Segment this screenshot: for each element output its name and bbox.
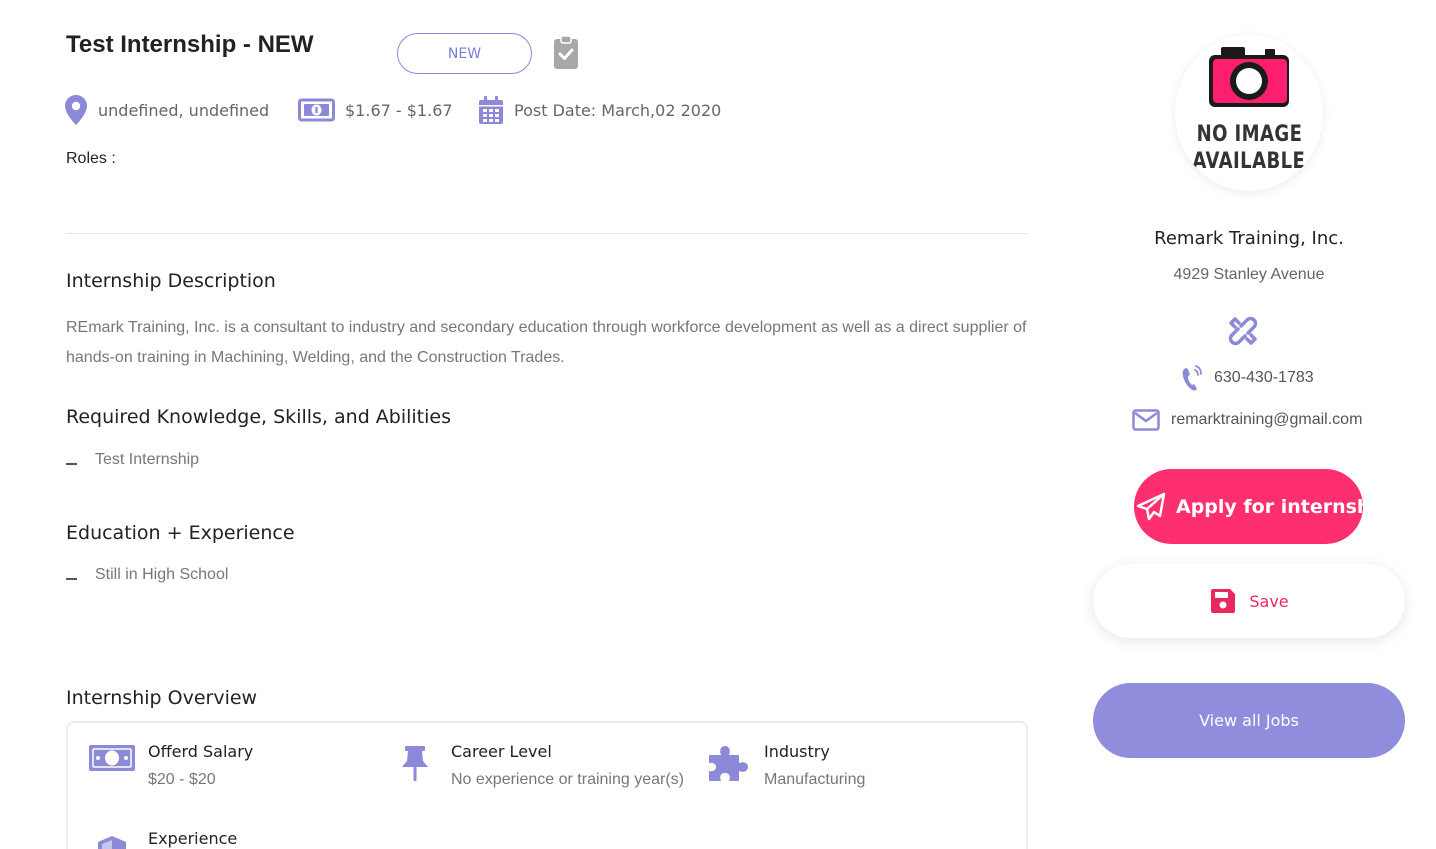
logo-text-line2: AVAILABLE [1192, 149, 1306, 174]
job-pay: $1.67 - $1.67 [298, 93, 453, 127]
view-all-jobs-button[interactable]: View all Jobs [1093, 683, 1405, 758]
ksa-item: Test Internship [95, 451, 200, 468]
company-name[interactable]: Remark Training, Inc. [1094, 228, 1404, 249]
logo-text-line1: NO IMAGE [1196, 122, 1302, 147]
money-icon [298, 98, 335, 122]
envelope-icon [1132, 409, 1160, 431]
salary-label: Offerd Salary [148, 742, 254, 761]
link-icon[interactable] [1228, 316, 1258, 346]
new-badge: NEW [397, 33, 532, 74]
job-title: Test Internship - NEW [66, 31, 314, 58]
save-button[interactable]: Save [1093, 564, 1405, 638]
pay-text: $1.67 - $1.67 [345, 100, 453, 120]
camera-icon [1209, 47, 1289, 107]
list-item: Still in High School [66, 566, 228, 584]
apply-button[interactable]: Apply for internship [1134, 469, 1363, 544]
company-phone[interactable]: 630-430-1783 [1180, 364, 1314, 392]
clipboard-check-icon[interactable] [552, 34, 580, 70]
overview-industry: Industry Manufacturing [702, 741, 865, 795]
apply-label: Apply for internship [1176, 495, 1363, 518]
salary-value: $20 - $20 [148, 771, 216, 788]
floppy-disk-icon [1211, 589, 1236, 613]
job-post-date: Post Date: March,02 2020 [478, 93, 721, 127]
industry-value: Manufacturing [764, 771, 866, 788]
experience-label: Experience [148, 829, 238, 848]
overview-career: Career Level No experience or training y… [389, 741, 684, 795]
push-pin-icon [389, 741, 441, 785]
money-icon [86, 741, 138, 785]
overview-card: Offerd Salary $20 - $20 Career Level No … [66, 721, 1028, 849]
dash-bullet [66, 463, 77, 465]
company-logo: NO IMAGE AVAILABLE [1175, 35, 1323, 191]
shield-icon [86, 828, 138, 849]
paper-plane-icon [1136, 492, 1166, 520]
description-text: REmark Training, Inc. is a consultant to… [66, 319, 1027, 366]
job-location: undefined, undefined [64, 93, 269, 127]
phone-icon [1182, 365, 1202, 391]
education-title: Education + Experience [66, 522, 295, 544]
phone-text: 630-430-1783 [1214, 369, 1314, 386]
list-item: Test Internship [66, 451, 199, 469]
puzzle-icon [702, 741, 754, 785]
post-date-text: Post Date: March,02 2020 [514, 100, 722, 120]
description-title: Internship Description [66, 270, 276, 292]
overview-salary: Offerd Salary $20 - $20 [86, 741, 253, 795]
overview-title: Internship Overview [66, 687, 258, 709]
map-pin-icon [65, 95, 87, 125]
dash-bullet [66, 578, 77, 580]
career-label: Career Level [451, 742, 552, 761]
divider [66, 233, 1028, 234]
ksa-title: Required Knowledge, Skills, and Abilitie… [66, 406, 452, 428]
education-item: Still in High School [95, 566, 229, 583]
save-label: Save [1249, 591, 1289, 611]
overview-experience: Experience [86, 828, 237, 849]
calendar-icon [479, 96, 503, 124]
career-value: No experience or training year(s) [451, 771, 684, 788]
roles-label: Roles : [66, 150, 116, 167]
location-text: undefined, undefined [98, 100, 270, 120]
company-email[interactable]: remarktraining@gmail.com [1132, 409, 1362, 431]
industry-label: Industry [764, 742, 830, 761]
company-address: 4929 Stanley Avenue [1173, 266, 1325, 283]
email-text: remarktraining@gmail.com [1171, 411, 1363, 428]
